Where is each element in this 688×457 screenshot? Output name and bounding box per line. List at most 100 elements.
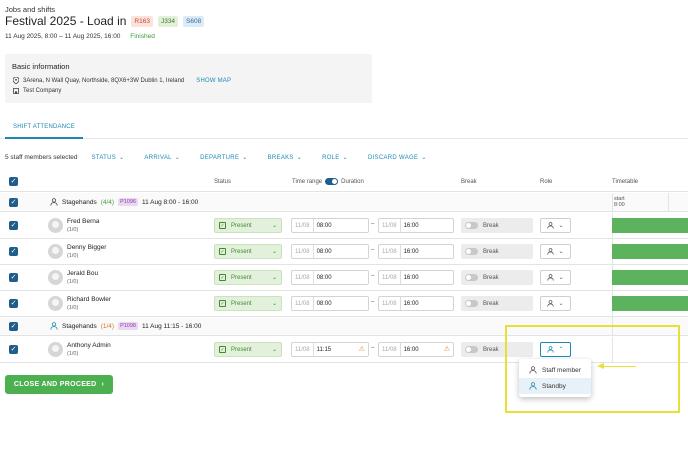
timetable-bar	[612, 296, 688, 311]
person-icon	[547, 248, 555, 255]
duration-toggle[interactable]	[325, 178, 339, 185]
request-tag[interactable]: R163	[131, 15, 153, 27]
timetable-bar	[612, 270, 688, 285]
end-time-field[interactable]: 11/08 16:00	[378, 296, 454, 311]
row-checkbox[interactable]: ✓	[9, 345, 18, 354]
chevron-down-icon: ⌄	[271, 275, 277, 281]
start-date: 11/08	[292, 343, 314, 356]
company-text: Test Company	[23, 88, 62, 94]
break-switch[interactable]	[465, 300, 478, 307]
dates-row: 11 Aug 2025, 8:00 – 11 Aug 2025, 16:00 F…	[5, 33, 155, 40]
select-all-checkbox[interactable]: ✓	[9, 177, 18, 186]
breadcrumb[interactable]: Jobs and shifts	[5, 5, 55, 14]
col-timetable: Timetable	[612, 179, 639, 185]
status-select[interactable]: ✓ Present ⌄	[214, 244, 282, 259]
col-time-range: Time range Duration	[292, 178, 364, 185]
staff-name[interactable]: Denny Bigger	[67, 244, 106, 251]
address-text: 3Arena, N Wall Quay, Northside, 8QX6+3W …	[23, 77, 185, 84]
start-time-field[interactable]: 11/08 08:00	[291, 296, 369, 311]
start-time-field[interactable]: 11/08 08:00	[291, 270, 369, 285]
arrow-annotation	[603, 366, 636, 367]
filter-status-label: STATUS	[91, 154, 117, 161]
break-toggle[interactable]: Break	[461, 218, 533, 233]
close-and-proceed-label: CLOSE AND PROCEED	[13, 381, 97, 388]
break-label: Break	[483, 346, 499, 353]
person-icon	[50, 198, 58, 206]
chevron-down-icon: ⌄	[558, 249, 564, 255]
filter-role[interactable]: ROLE ⌄	[322, 154, 348, 162]
range-dash: –	[371, 299, 375, 305]
filter-arrival[interactable]: ARRIVAL ⌄	[144, 154, 180, 162]
start-time-field[interactable]: 11/08 08:00	[291, 218, 369, 233]
break-switch[interactable]	[465, 346, 478, 353]
job-tag[interactable]: J334	[157, 15, 179, 27]
row-checkbox[interactable]: ✓	[9, 273, 18, 282]
timetable-bar	[612, 244, 688, 259]
chevron-down-icon: ⌄	[271, 347, 277, 353]
filter-status[interactable]: STATUS ⌄	[91, 154, 125, 162]
warning-icon: ⚠	[358, 346, 365, 353]
end-time-field[interactable]: 11/08 16:00	[378, 218, 454, 233]
staff-name[interactable]: Jerald Bou	[67, 270, 98, 277]
filter-discard-wage[interactable]: DISCARD WAGE ⌄	[367, 154, 427, 162]
status-select[interactable]: ✓ Present ⌄	[214, 218, 282, 233]
check-icon: ✓	[219, 346, 226, 353]
start-time: 08:00	[316, 274, 332, 281]
break-toggle[interactable]: Break	[461, 296, 533, 311]
check-icon: ✓	[219, 300, 226, 307]
end-time-field[interactable]: 11/08 16:00	[378, 244, 454, 259]
person-icon	[547, 222, 555, 229]
tab-shift-attendance[interactable]: SHIFT ATTENDANCE	[5, 122, 83, 139]
close-and-proceed-button[interactable]: CLOSE AND PROCEED ›	[5, 375, 113, 394]
break-switch[interactable]	[465, 248, 478, 255]
col-time-range-label: Time range	[292, 179, 323, 186]
end-date: 11/08	[379, 297, 401, 310]
break-switch[interactable]	[465, 222, 478, 229]
shift-tag[interactable]: S608	[183, 15, 205, 27]
status-select[interactable]: ✓ Present ⌄	[214, 296, 282, 311]
break-switch[interactable]	[465, 274, 478, 281]
staff-name[interactable]: Anthony Admin	[67, 342, 111, 349]
break-label: Break	[483, 222, 499, 229]
col-break: Break	[461, 179, 477, 185]
group-count: (4/4)	[100, 198, 115, 206]
arrow-head	[597, 363, 604, 369]
group-row: ✓ Stagehands (4/4) P1096 11 Aug 8:00 - 1…	[0, 193, 688, 212]
status-value: Present	[231, 248, 252, 255]
start-date: 11/08	[292, 219, 314, 232]
group-code[interactable]: P1096	[118, 198, 138, 206]
tab-bar: SHIFT ATTENDANCE	[0, 118, 688, 139]
chevron-down-icon: ⌄	[271, 301, 277, 307]
group-code[interactable]: P1098	[118, 322, 138, 330]
break-toggle[interactable]: Break	[461, 270, 533, 285]
break-toggle[interactable]: Break	[461, 244, 533, 259]
break-label: Break	[483, 248, 499, 255]
filter-breaks[interactable]: BREAKS ⌄	[268, 154, 302, 162]
status-select[interactable]: ✓ Present ⌄	[214, 270, 282, 285]
status-select[interactable]: ✓ Present ⌄	[214, 342, 282, 357]
row-checkbox[interactable]: ✓	[9, 299, 18, 308]
row-checkbox[interactable]: ✓	[9, 247, 18, 256]
start-time-field[interactable]: 11/08 11:15 ⚠	[291, 342, 369, 357]
staff-name[interactable]: Richard Bowler	[67, 296, 111, 303]
role-select[interactable]: ⌄	[540, 218, 571, 233]
end-time: 16:00	[403, 346, 419, 353]
end-time-field[interactable]: 11/08 16:00	[378, 270, 454, 285]
filter-departure[interactable]: DEPARTURE ⌄	[200, 154, 247, 162]
start-time-field[interactable]: 11/08 08:00	[291, 244, 369, 259]
staff-name[interactable]: Fred Berna	[67, 218, 100, 225]
col-role: Role	[540, 179, 553, 185]
group-checkbox[interactable]: ✓	[9, 198, 18, 207]
start-date: 11/08	[292, 297, 314, 310]
check-icon: ✓	[219, 274, 226, 281]
row-checkbox[interactable]: ✓	[9, 221, 18, 230]
role-select[interactable]: ⌄	[540, 244, 571, 259]
role-select[interactable]: ⌄	[540, 296, 571, 311]
filter-discard-wage-label: DISCARD WAGE	[367, 154, 419, 161]
standby-person-icon	[50, 322, 58, 330]
show-map-link[interactable]: SHOW MAP	[196, 78, 231, 84]
end-date: 11/08	[379, 271, 401, 284]
role-select[interactable]: ⌄	[540, 270, 571, 285]
end-time-field[interactable]: 11/08 16:00 ⚠	[378, 342, 454, 357]
group-checkbox[interactable]: ✓	[9, 322, 18, 331]
